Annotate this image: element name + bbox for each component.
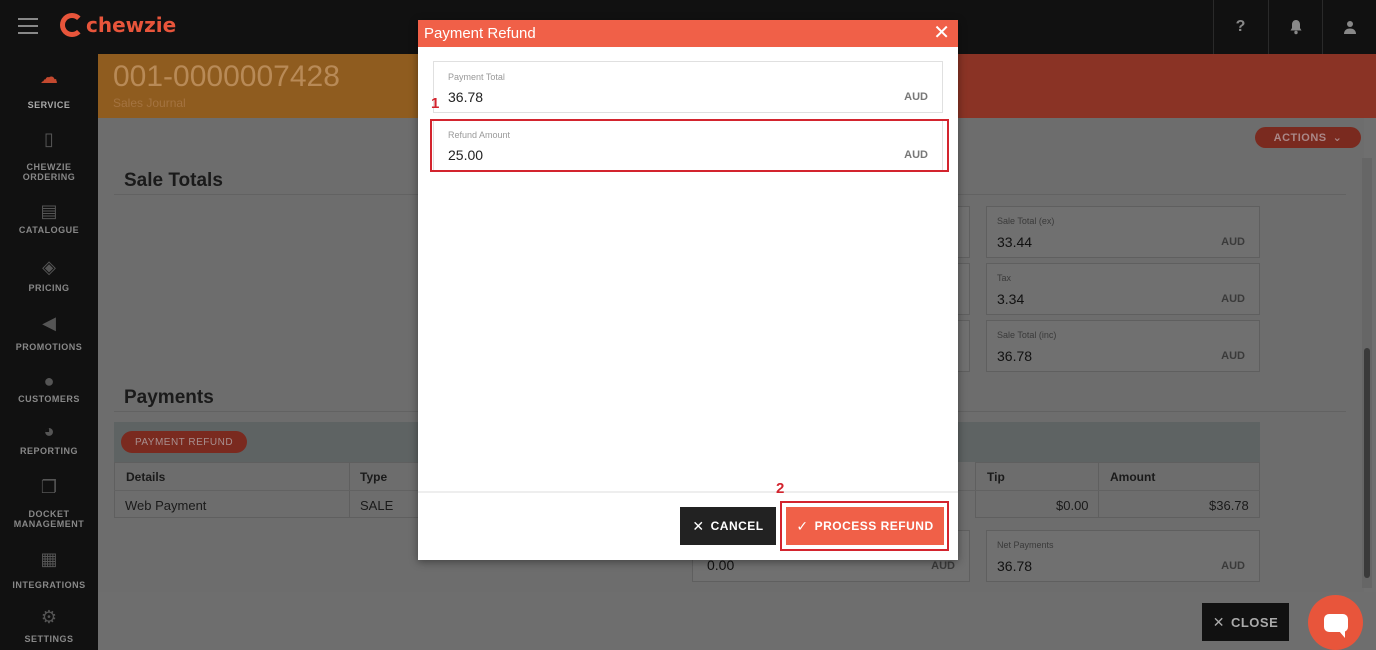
sidebar-item-reporting[interactable]: ◕ REPORTING xyxy=(0,420,98,456)
currency-unit: AUD xyxy=(1221,350,1245,362)
bell-icon xyxy=(1290,20,1301,35)
column-header-type: Type xyxy=(360,470,388,484)
currency-unit: AUD xyxy=(1221,560,1245,572)
sidebar-item-docket-management[interactable]: ❐ DOCKET MANAGEMENT xyxy=(0,476,98,529)
sidebar-item-label: CATALOGUE xyxy=(18,225,80,235)
sidebar-item-label: SERVICE xyxy=(27,100,71,110)
gear-icon: ⚙ xyxy=(40,607,58,627)
sale-total-inc-box: Sale Total (inc) 36.78 AUD xyxy=(986,320,1260,372)
payment-total-field: Payment Total 36.78 AUD xyxy=(433,61,943,113)
chat-bubble-icon xyxy=(1323,613,1348,638)
sidebar-item-label: PRICING xyxy=(28,283,70,293)
sidebar-item-settings[interactable]: ⚙ SETTINGS xyxy=(0,606,98,644)
service-icon: ☁ xyxy=(40,67,58,87)
tax-box: Tax 3.34 AUD xyxy=(986,263,1260,315)
sidebar-item-pricing[interactable]: ◈ PRICING xyxy=(0,256,98,293)
close-button[interactable]: ✕ CLOSE xyxy=(1202,603,1289,641)
sidebar-item-customers[interactable]: ● CUSTOMERS xyxy=(0,370,98,404)
sidebar-item-label: REPORTING xyxy=(19,446,78,456)
modal-footer-divider xyxy=(418,491,958,493)
currency-unit: AUD xyxy=(1221,236,1245,248)
net-payments-box: Net Payments 36.78 AUD xyxy=(986,530,1260,582)
sidebar-item-label: CUSTOMERS xyxy=(18,394,80,404)
megaphone-icon: ◀ xyxy=(42,313,56,333)
payment-details: Web Payment xyxy=(125,498,207,513)
sale-totals-title: Sale Totals xyxy=(124,170,223,191)
scrollbar-thumb[interactable] xyxy=(1364,348,1370,578)
net-payments-label: Net Payments xyxy=(997,540,1054,550)
docket-icon: ❐ xyxy=(40,477,58,497)
sidebar-item-label: PROMOTIONS xyxy=(15,342,83,352)
step-2-highlight xyxy=(780,501,949,551)
column-header-amount: Amount xyxy=(1110,470,1156,484)
modal-title: Payment Refund xyxy=(424,25,536,42)
sidebar: ☁ SERVICE ▯ CHEWZIE ORDERING ▤ CATALOGUE … xyxy=(0,54,98,650)
sale-total-inc-label: Sale Total (inc) xyxy=(997,330,1057,340)
logo-c-mark xyxy=(60,13,84,37)
users-icon: ● xyxy=(43,371,55,391)
sidebar-item-service[interactable]: ☁ SERVICE xyxy=(0,66,98,110)
cancel-label: CANCEL xyxy=(710,519,764,533)
cancel-button[interactable]: ✕ CANCEL xyxy=(680,507,776,545)
currency-unit: AUD xyxy=(1221,293,1245,305)
chewzie-logo[interactable]: chewzie xyxy=(60,10,176,40)
close-label: CLOSE xyxy=(1230,614,1279,630)
notifications-button[interactable] xyxy=(1268,0,1322,54)
sidebar-item-label: DOCKET MANAGEMENT xyxy=(13,509,85,529)
step-1-highlight xyxy=(430,119,949,172)
sidebar-item-promotions[interactable]: ◀ PROMOTIONS xyxy=(0,312,98,352)
payment-refund-modal: Payment Refund ✕ Payment Total 36.78 AUD… xyxy=(418,20,958,560)
currency-unit: AUD xyxy=(904,91,928,103)
column-header-details: Details xyxy=(126,470,166,484)
sidebar-item-label: INTEGRATIONS xyxy=(12,580,86,590)
tax-label: Tax xyxy=(997,273,1012,283)
close-icon: ✕ xyxy=(692,517,705,534)
actions-label: ACTIONS xyxy=(1273,131,1327,144)
sidebar-item-catalogue[interactable]: ▤ CATALOGUE xyxy=(0,200,98,235)
payment-type: SALE xyxy=(360,498,394,513)
catalogue-icon: ▤ xyxy=(40,201,58,221)
column-header-tip: Tip xyxy=(987,470,1005,484)
payment-amount: $36.78 xyxy=(1209,498,1249,513)
payment-total-label: Payment Total xyxy=(448,72,505,82)
actions-button[interactable]: ACTIONS ⌄ xyxy=(1255,127,1361,148)
footer-bar xyxy=(98,592,1376,650)
sale-total-ex-label: Sale Total (ex) xyxy=(997,216,1055,226)
pie-chart-icon: ◕ xyxy=(43,421,55,441)
tax-value: 3.34 xyxy=(997,291,1025,307)
sidebar-item-chewzie-ordering[interactable]: ▯ CHEWZIE ORDERING xyxy=(0,128,98,182)
phone-icon: ▯ xyxy=(44,129,54,149)
page-subtitle: Sales Journal xyxy=(113,96,186,110)
step-1-marker: 1 xyxy=(431,95,440,112)
close-icon: ✕ xyxy=(1212,613,1225,630)
sale-total-ex-value: 33.44 xyxy=(997,234,1033,250)
help-button[interactable]: ? xyxy=(1213,0,1267,54)
page-title: 001-0000007428 xyxy=(113,60,340,93)
payment-refund-button[interactable]: PAYMENT REFUND xyxy=(121,431,247,453)
payments-title: Payments xyxy=(124,387,214,408)
payment-total-value: 36.78 xyxy=(448,89,484,105)
chevron-down-icon: ⌄ xyxy=(1332,132,1343,144)
chat-launcher-button[interactable] xyxy=(1308,595,1363,650)
sale-total-ex-box: Sale Total (ex) 33.44 AUD xyxy=(986,206,1260,258)
modal-close-icon[interactable]: ✕ xyxy=(933,22,950,44)
user-icon xyxy=(1343,21,1356,34)
sidebar-item-label: SETTINGS xyxy=(24,634,74,644)
user-menu-button[interactable] xyxy=(1322,0,1376,54)
help-icon: ? xyxy=(1235,18,1246,35)
modal-header: Payment Refund ✕ xyxy=(418,20,958,47)
step-2-marker: 2 xyxy=(776,480,785,497)
hamburger-menu-icon[interactable] xyxy=(18,18,38,34)
sidebar-item-label: CHEWZIE ORDERING xyxy=(22,162,76,182)
sidebar-item-integrations[interactable]: ▦ INTEGRATIONS xyxy=(0,548,98,590)
tag-icon: ◈ xyxy=(42,257,56,277)
net-payments-value: 36.78 xyxy=(997,558,1033,574)
integrations-icon: ▦ xyxy=(40,549,58,569)
logo-text: chewzie xyxy=(86,13,177,37)
currency-unit: AUD xyxy=(931,560,955,572)
sale-total-inc-value: 36.78 xyxy=(997,348,1033,364)
payment-tip: $0.00 xyxy=(1056,498,1089,513)
